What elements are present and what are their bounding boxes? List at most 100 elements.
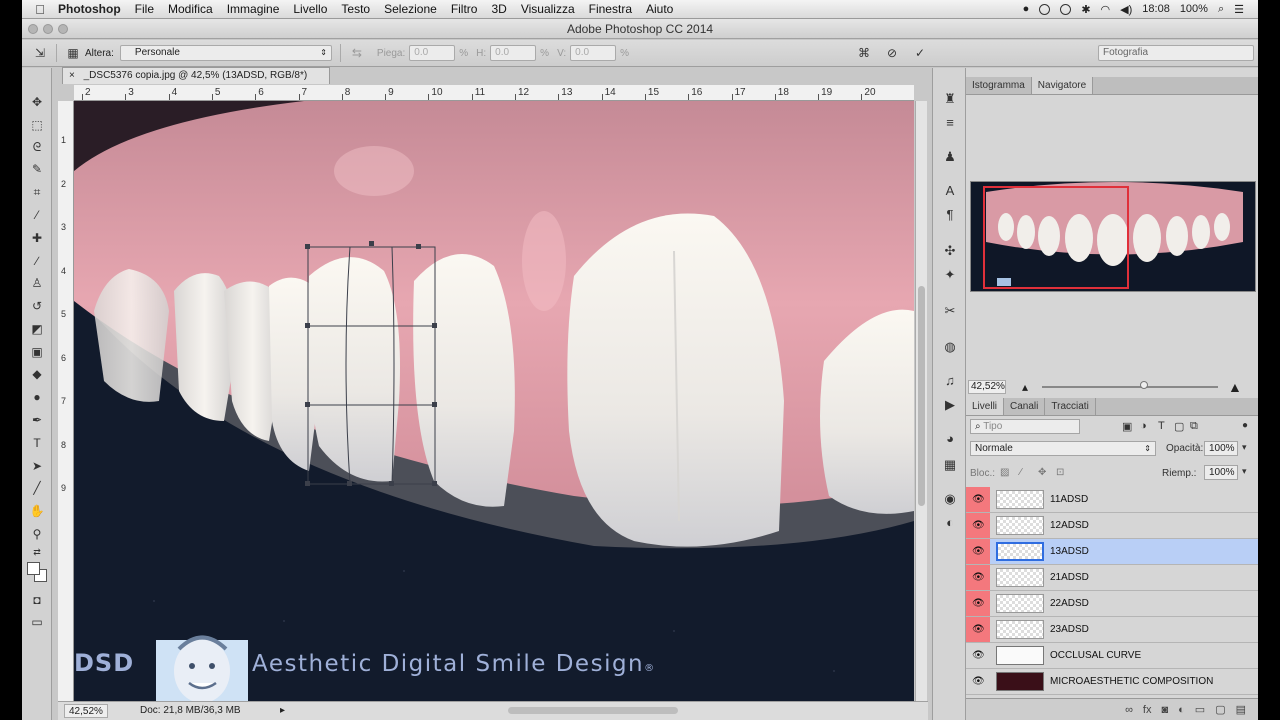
line-tool-icon[interactable]: ╱ [29,480,45,496]
blur-tool-icon[interactable]: ◆ [29,366,45,382]
menu-3d[interactable]: 3D [491,2,506,16]
lock-position-icon[interactable]: ✥ [1038,467,1046,478]
layer-filter-select[interactable]: ⌕ Tipo [970,419,1080,434]
clock[interactable]: 18:08 [1142,3,1170,15]
delete-layer-icon[interactable]: ▤ [1236,703,1246,716]
layer-row[interactable]: 👁 12ADSD [966,513,1258,539]
brush-tool-icon[interactable]: ∕ [29,253,45,269]
time-machine-icon[interactable] [1039,3,1051,15]
volume-icon[interactable]: ◀) [1120,3,1132,16]
menu-aiuto[interactable]: Aiuto [646,2,673,16]
sync-icon[interactable] [1060,3,1072,15]
zoom-window-button[interactable] [58,24,68,34]
new-layer-icon[interactable]: ▢ [1215,703,1225,716]
layer-name[interactable]: MICROAESTHETIC COMPOSITION [1050,676,1213,687]
workspace-select[interactable]: Fotografia [1098,45,1254,61]
h-distortion-input[interactable]: 0.0 [490,45,537,61]
layer-thumbnail[interactable] [996,620,1044,639]
layer-name[interactable]: 22ADSD [1050,598,1089,609]
menu-selezione[interactable]: Selezione [384,2,437,16]
vertical-scrollbar[interactable] [915,101,927,701]
foreground-color-swatch[interactable] [27,562,40,575]
visibility-eye-icon[interactable]: 👁 [972,676,985,688]
zoom-slider-track[interactable] [1042,386,1218,388]
crop-tool-icon[interactable]: ⌗ [29,184,45,200]
gradient-tool-icon[interactable]: ▣ [29,344,45,360]
clone-source-panel-icon[interactable]: ✣ [941,242,959,260]
scroll-thumb[interactable] [918,286,925,506]
menu-filtro[interactable]: Filtro [451,2,478,16]
visibility-eye-icon[interactable]: 👁 [972,624,985,636]
apple-icon[interactable]:  [22,2,58,17]
layers-panel-icon[interactable]: ◉ [941,490,959,508]
eyedropper-tool-icon[interactable]: ⁄ [29,207,45,223]
layer-thumbnail[interactable] [996,542,1044,561]
menu-livello[interactable]: Livello [293,2,327,16]
visibility-eye-icon[interactable]: 👁 [972,494,985,506]
vertical-ruler[interactable]: 1 2 3 4 5 6 7 8 9 [58,101,74,701]
layer-row[interactable]: 👁 23ADSD [966,617,1258,643]
lock-pixels-icon[interactable]: ∕ [1020,467,1022,478]
quick-select-tool-icon[interactable]: ✎ [29,161,45,177]
minimize-window-button[interactable] [43,24,53,34]
new-group-icon[interactable]: ▭ [1195,703,1205,716]
opacity-input[interactable]: 100% [1204,441,1238,456]
menu-visualizza[interactable]: Visualizza [521,2,575,16]
tab-channels[interactable]: Canali [1004,398,1046,415]
timeline-panel-icon[interactable]: ♫ [941,372,959,390]
pen-tool-icon[interactable]: ✒ [29,412,45,428]
screen-record-icon[interactable]: ● [1023,3,1030,15]
add-mask-icon[interactable]: ◙ [1161,704,1168,716]
color-panel-icon[interactable]: ◕ [941,430,959,448]
screen-mode-icon[interactable]: ▭ [29,614,45,630]
zoom-tool-icon[interactable]: ⚲ [29,526,45,542]
adjustment-layer-icon[interactable]: ◐ [1178,704,1185,716]
menu-testo[interactable]: Testo [341,2,370,16]
warp-mode-toggle-icon[interactable]: ⌘ [856,45,872,61]
bend-input[interactable]: 0.0 [409,45,456,61]
navigator-preview[interactable] [970,181,1256,292]
filter-shape-icon[interactable]: ▢ [1174,420,1184,433]
transform-tool-icon[interactable]: ⇲ [32,45,48,61]
filter-pixel-icon[interactable]: ▣ [1122,420,1132,433]
path-select-tool-icon[interactable]: ➤ [29,458,45,474]
tab-paths[interactable]: Tracciati [1045,398,1096,415]
filter-type-icon[interactable]: T [1158,420,1165,432]
tool-presets-panel-icon[interactable]: ✂ [941,302,959,320]
paragraph-panel-icon[interactable]: ¶ [941,206,959,224]
commit-transform-icon[interactable]: ✓ [912,45,928,61]
layer-name[interactable]: OCCLUSAL CURVE [1050,650,1141,661]
visibility-eye-icon[interactable]: 👁 [972,546,985,558]
battery-status[interactable]: 100% [1180,3,1208,15]
opacity-arrow-icon[interactable]: ▾ [1242,442,1247,453]
lock-transparent-icon[interactable]: ▨ [1000,467,1009,478]
tab-navigator[interactable]: Navigatore [1031,77,1094,94]
warp-style-select[interactable]: Personale ⇕ [119,45,332,61]
lock-all-icon[interactable]: ⊡ [1056,467,1064,478]
layer-row[interactable]: 👁 22ADSD [966,591,1258,617]
filter-toggle-icon[interactable]: ● [1242,420,1248,431]
layer-style-icon[interactable]: fx [1143,704,1152,716]
filter-smart-icon[interactable]: ⧉ [1190,420,1198,433]
layer-thumbnail[interactable] [996,490,1044,509]
layer-row[interactable]: 👁 21ADSD [966,565,1258,591]
warp-orientation-icon[interactable]: ⇆ [349,45,365,61]
healing-brush-tool-icon[interactable]: ✚ [29,230,45,246]
menu-finestra[interactable]: Finestra [589,2,632,16]
cancel-transform-icon[interactable]: ⊘ [884,45,900,61]
type-tool-icon[interactable]: T [29,435,45,451]
warp-grid-icon[interactable]: ▦ [65,45,81,61]
layer-thumbnail[interactable] [996,568,1044,587]
swatches-panel-icon[interactable]: ▦ [941,456,959,474]
layer-name[interactable]: 23ADSD [1050,624,1089,635]
layer-name[interactable]: 12ADSD [1050,520,1089,531]
bluetooth-icon[interactable]: ✱ [1081,3,1090,16]
search-icon[interactable]: ⌕ [1218,3,1224,16]
blend-mode-select[interactable]: Normale ⇕ [970,441,1156,456]
menu-app-name[interactable]: Photoshop [58,2,121,16]
dodge-tool-icon[interactable]: ● [29,389,45,405]
tab-histogram[interactable]: Istogramma [966,77,1032,94]
status-menu-arrow-icon[interactable]: ▸ [280,702,285,720]
zoom-in-icon[interactable]: ▲ [1228,379,1242,395]
wifi-icon[interactable]: ◠ [1101,3,1111,16]
